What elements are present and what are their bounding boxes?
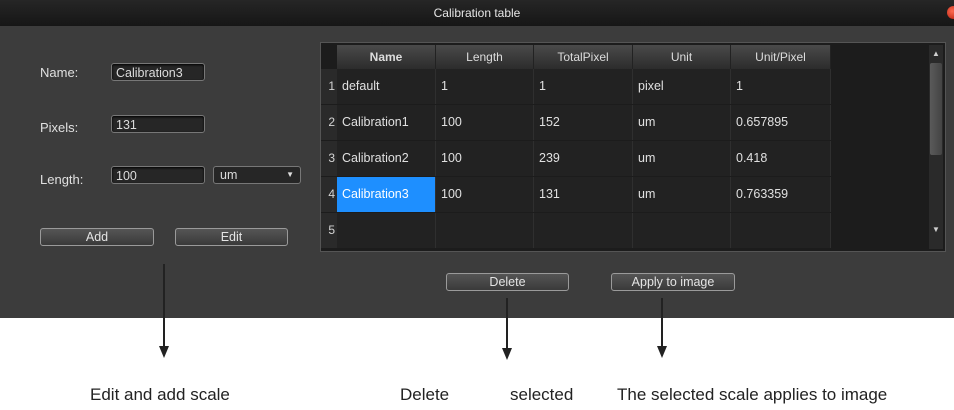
pixels-label: Pixels: [40,120,79,135]
add-button[interactable]: Add [40,228,154,246]
cell-unit[interactable]: um [633,177,731,212]
column-header-unit[interactable]: Unit [633,45,731,69]
pixels-input[interactable]: 131 [111,115,205,133]
caption-selected: selected [510,385,574,404]
cell-unit[interactable]: um [633,105,731,140]
cell-name[interactable]: Calibration2 [337,141,436,176]
cell-totalpixel[interactable]: 131 [534,177,633,212]
scroll-up-icon[interactable]: ▲ [929,47,943,61]
calibration-table: Name Length TotalPixel Unit Unit/Pixel 1… [320,42,946,252]
vertical-scrollbar[interactable]: ▲ ▼ [929,45,943,249]
row-number[interactable]: 4 [321,177,337,212]
cell-unit-per-pixel[interactable]: 0.763359 [731,177,831,212]
cell-unit-per-pixel[interactable]: 0.657895 [731,105,831,140]
row-number[interactable]: 1 [321,69,337,104]
cell-totalpixel[interactable] [534,213,633,248]
row-number[interactable]: 2 [321,105,337,140]
scroll-down-icon[interactable]: ▼ [929,223,943,237]
caption-delete: Delete [400,385,450,404]
cell-name[interactable]: default [337,69,436,104]
table-row-selected[interactable]: Calibration3 100 131 um 0.763359 [337,177,831,212]
arrow-head-icon [159,346,169,358]
cell-unit-per-pixel[interactable]: 1 [731,69,831,104]
apply-to-image-button[interactable]: Apply to image [611,273,735,291]
edit-button[interactable]: Edit [175,228,288,246]
length-label: Length: [40,172,84,187]
column-header-length[interactable]: Length [436,45,534,69]
calibration-form: Name: Calibration3 Pixels: 131 Length: 1… [0,38,318,258]
close-icon[interactable] [947,6,954,19]
cell-name-selected[interactable]: Calibration3 [337,177,436,212]
scrollbar-thumb[interactable] [930,63,942,155]
title-bar: Calibration table [0,0,954,26]
cell-totalpixel[interactable]: 1 [534,69,633,104]
arrow-delete [506,298,508,350]
column-header-totalpixel[interactable]: TotalPixel [534,45,633,69]
column-header-unit-per-pixel[interactable]: Unit/Pixel [731,45,831,69]
delete-button[interactable]: Delete [446,273,569,291]
table-row[interactable] [337,213,831,248]
cell-unit-per-pixel[interactable] [731,213,831,248]
arrow-apply [661,298,663,348]
chevron-down-icon: ▼ [286,170,294,179]
cell-totalpixel[interactable]: 239 [534,141,633,176]
unit-select-value: um [220,168,238,182]
cell-length[interactable]: 100 [436,177,534,212]
length-input[interactable]: 100 [111,166,205,184]
cell-unit[interactable]: pixel [633,69,731,104]
cell-unit[interactable] [633,213,731,248]
cell-unit[interactable]: um [633,141,731,176]
caption-edit-add: Edit and add scale [90,385,230,404]
cell-name[interactable] [337,213,436,248]
cell-unit-per-pixel[interactable]: 0.418 [731,141,831,176]
arrow-head-icon [502,348,512,360]
arrow-edit-add [163,264,165,348]
table-row[interactable]: default 1 1 pixel 1 [337,69,831,104]
unit-select[interactable]: um ▼ [213,166,301,184]
name-label: Name: [40,65,79,80]
cell-length[interactable] [436,213,534,248]
row-number[interactable]: 5 [321,213,337,248]
calibration-window: Calibration table Name: Calibration3 Pix… [0,0,954,318]
cell-length[interactable]: 100 [436,105,534,140]
cell-length[interactable]: 100 [436,141,534,176]
window-title: Calibration table [433,6,521,20]
table-row[interactable]: Calibration2 100 239 um 0.418 [337,141,831,176]
caption-applies: The selected scale applies to image [617,385,888,404]
name-input[interactable]: Calibration3 [111,63,205,81]
column-header-name[interactable]: Name [337,45,436,69]
arrow-head-icon [657,346,667,358]
cell-totalpixel[interactable]: 152 [534,105,633,140]
table-row[interactable]: Calibration1 100 152 um 0.657895 [337,105,831,140]
cell-length[interactable]: 1 [436,69,534,104]
row-number[interactable]: 3 [321,141,337,176]
cell-name[interactable]: Calibration1 [337,105,436,140]
